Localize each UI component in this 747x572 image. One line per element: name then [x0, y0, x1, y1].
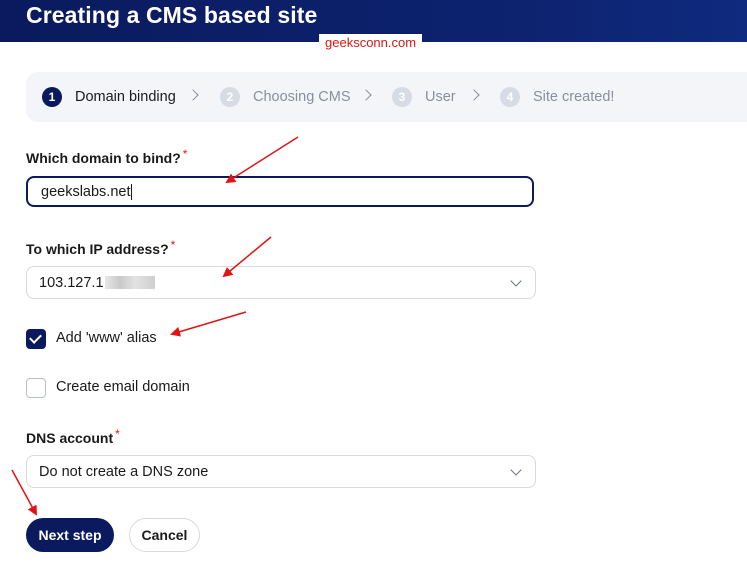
- chevron-right-icon: [360, 89, 372, 101]
- step-label: Domain binding: [75, 89, 176, 105]
- required-marker: *: [115, 427, 120, 441]
- domain-input-value: geekslabs.net: [41, 183, 131, 200]
- dns-select[interactable]: Do not create a DNS zone: [26, 455, 536, 488]
- step-label: Site created!: [533, 89, 615, 105]
- watermark: geeksconn.com: [319, 34, 423, 51]
- step-choosing-cms[interactable]: 2 Choosing CMS: [220, 87, 351, 107]
- ip-select[interactable]: 103.127.1: [26, 266, 536, 299]
- step-number: 1: [42, 87, 62, 107]
- chevron-right-icon: [187, 89, 199, 101]
- domain-label: Which domain to bind? *: [26, 147, 188, 166]
- step-number: 4: [500, 87, 520, 107]
- required-marker: *: [170, 238, 176, 252]
- page-title: Creating a CMS based site: [26, 2, 318, 28]
- www-alias-label: Add 'www' alias: [56, 330, 157, 346]
- ip-label: To which IP address? *: [26, 238, 176, 257]
- step-domain-binding[interactable]: 1 Domain binding: [42, 87, 176, 107]
- email-domain-label: Create email domain: [56, 379, 190, 395]
- next-step-button[interactable]: Next step: [26, 518, 114, 552]
- domain-label-text: Which domain to bind?: [26, 150, 181, 166]
- domain-input[interactable]: geekslabs.net: [26, 176, 534, 207]
- redacted-blur: [104, 276, 155, 289]
- text-cursor: [131, 183, 133, 200]
- chevron-down-icon: [510, 464, 522, 476]
- dns-select-value: Do not create a DNS zone: [39, 463, 209, 480]
- email-domain-checkbox[interactable]: [26, 378, 46, 398]
- chevron-right-icon: [468, 89, 480, 101]
- dns-label: DNS account *: [26, 427, 120, 446]
- dns-label-text: DNS account: [26, 430, 114, 446]
- step-site-created[interactable]: 4 Site created!: [500, 87, 614, 107]
- check-icon: [29, 331, 42, 344]
- wizard-steps: 1 Domain binding 2 Choosing CMS 3 User 4…: [26, 72, 747, 122]
- annotation-arrow: [170, 311, 247, 337]
- step-label: User: [425, 89, 456, 105]
- www-alias-checkbox[interactable]: [26, 329, 46, 349]
- ip-label-text: To which IP address?: [26, 241, 169, 257]
- ip-select-value: 103.127.1: [39, 274, 104, 291]
- chevron-down-icon: [510, 275, 522, 287]
- step-number: 3: [392, 87, 412, 107]
- cancel-button[interactable]: Cancel: [129, 518, 200, 552]
- step-user[interactable]: 3 User: [392, 87, 456, 107]
- step-number: 2: [220, 87, 240, 107]
- required-marker: *: [182, 147, 188, 161]
- step-label: Choosing CMS: [253, 89, 351, 105]
